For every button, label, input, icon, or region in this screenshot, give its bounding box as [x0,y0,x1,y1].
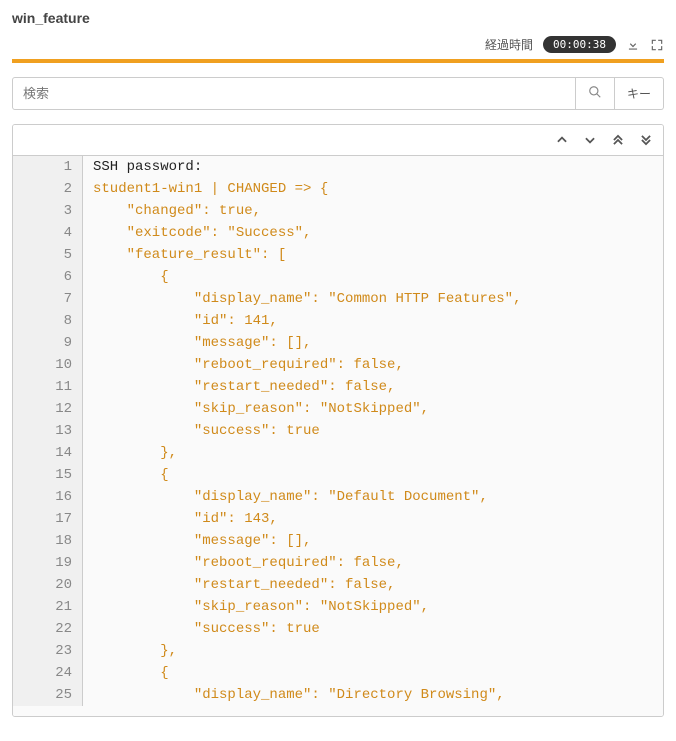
output-toolbar [13,125,663,156]
code-line: 14 }, [13,442,663,464]
output-panel: 1SSH password:2student1-win1 | CHANGED =… [12,124,664,717]
code-line: 16 "display_name": "Default Document", [13,486,663,508]
code-line: 17 "id": 143, [13,508,663,530]
download-icon[interactable] [626,38,640,52]
expand-icon[interactable] [650,38,664,52]
line-text: "message": [], [83,530,663,552]
line-text: "id": 143, [83,508,663,530]
line-number: 24 [13,662,83,684]
line-text: { [83,464,663,486]
code-line: 23 }, [13,640,663,662]
elapsed-label: 経過時間 [485,36,533,53]
chevron-up-icon[interactable] [555,133,569,147]
line-number: 20 [13,574,83,596]
code-line: 4 "exitcode": "Success", [13,222,663,244]
line-number: 16 [13,486,83,508]
line-number: 18 [13,530,83,552]
elapsed-badge: 00:00:38 [543,36,616,53]
line-number: 8 [13,310,83,332]
code-line: 20 "restart_needed": false, [13,574,663,596]
code-line: 6 { [13,266,663,288]
code-line: 2student1-win1 | CHANGED => { [13,178,663,200]
line-number: 21 [13,596,83,618]
line-text: { [83,266,663,288]
code-line: 1SSH password: [13,156,663,178]
line-number: 23 [13,640,83,662]
line-number: 11 [13,376,83,398]
line-text: "skip_reason": "NotSkipped", [83,596,663,618]
code-line: 15 { [13,464,663,486]
code-line: 13 "success": true [13,420,663,442]
code-line: 11 "restart_needed": false, [13,376,663,398]
accent-divider [12,59,664,63]
code-line: 9 "message": [], [13,332,663,354]
line-number: 17 [13,508,83,530]
line-text: "reboot_required": false, [83,552,663,574]
code-line: 8 "id": 141, [13,310,663,332]
code-line: 21 "skip_reason": "NotSkipped", [13,596,663,618]
line-number: 13 [13,420,83,442]
line-text: "exitcode": "Success", [83,222,663,244]
line-text: "success": true [83,420,663,442]
key-button[interactable]: キー [615,77,664,110]
line-text: "feature_result": [ [83,244,663,266]
line-number: 3 [13,200,83,222]
line-number: 1 [13,156,83,178]
line-text: "changed": true, [83,200,663,222]
chevron-down-icon[interactable] [583,133,597,147]
line-text: "success": true [83,618,663,640]
search-row: キー [12,77,664,110]
header-row: 経過時間 00:00:38 [12,36,664,53]
code-line: 19 "reboot_required": false, [13,552,663,574]
line-number: 12 [13,398,83,420]
line-text: }, [83,640,663,662]
line-number: 15 [13,464,83,486]
line-text: "display_name": "Default Document", [83,486,663,508]
line-text: "message": [], [83,332,663,354]
line-number: 19 [13,552,83,574]
code-line: 18 "message": [], [13,530,663,552]
code-line: 10 "reboot_required": false, [13,354,663,376]
double-chevron-down-icon[interactable] [639,133,653,147]
line-text: "display_name": "Directory Browsing", [83,684,663,706]
line-number: 2 [13,178,83,200]
line-number: 10 [13,354,83,376]
line-text: "restart_needed": false, [83,376,663,398]
line-number: 4 [13,222,83,244]
line-number: 5 [13,244,83,266]
line-text: "display_name": "Common HTTP Features", [83,288,663,310]
line-number: 22 [13,618,83,640]
line-text: "restart_needed": false, [83,574,663,596]
line-number: 14 [13,442,83,464]
code-line: 7 "display_name": "Common HTTP Features"… [13,288,663,310]
line-text: SSH password: [83,156,663,178]
line-text: "reboot_required": false, [83,354,663,376]
line-number: 25 [13,684,83,706]
line-text: "id": 141, [83,310,663,332]
double-chevron-up-icon[interactable] [611,133,625,147]
search-button[interactable] [576,77,615,110]
code-line: 25 "display_name": "Directory Browsing", [13,684,663,706]
line-text: }, [83,442,663,464]
line-text: "skip_reason": "NotSkipped", [83,398,663,420]
line-text: student1-win1 | CHANGED => { [83,178,663,200]
line-number: 9 [13,332,83,354]
search-input[interactable] [12,77,576,110]
code-line: 3 "changed": true, [13,200,663,222]
code-line: 5 "feature_result": [ [13,244,663,266]
line-number: 7 [13,288,83,310]
line-text: { [83,662,663,684]
code-line: 12 "skip_reason": "NotSkipped", [13,398,663,420]
line-number: 6 [13,266,83,288]
code-output[interactable]: 1SSH password:2student1-win1 | CHANGED =… [13,156,663,716]
code-line: 24 { [13,662,663,684]
page-title: win_feature [12,10,664,26]
code-line: 22 "success": true [13,618,663,640]
